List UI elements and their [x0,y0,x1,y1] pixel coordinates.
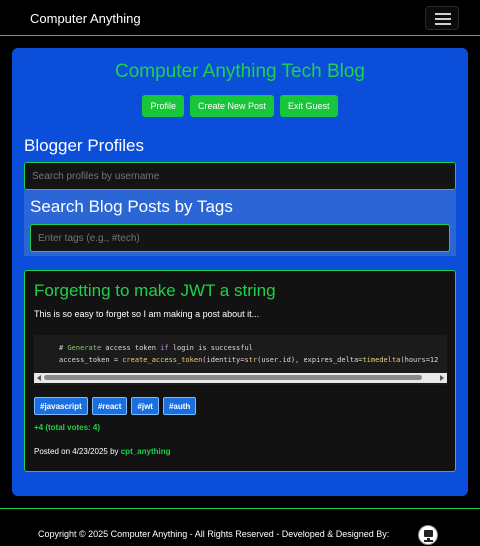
menu-toggle-button[interactable] [425,6,459,30]
scroll-left-icon[interactable] [37,375,41,381]
tag-javascript[interactable]: #javascript [34,397,88,415]
tag-auth[interactable]: #auth [162,397,197,415]
navbar-brand[interactable]: Computer Anything [30,11,141,26]
action-buttons: Profile Create New Post Exit Guest [12,95,468,117]
main-panel: Computer Anything Tech Blog Profile Crea… [12,48,468,496]
footer: Copyright © 2025 Computer Anything - All… [0,508,480,546]
tag-search-panel: Search Blog Posts by Tags [24,190,456,256]
tag-jwt[interactable]: #jwt [131,397,159,415]
tag-search-input[interactable] [30,224,450,252]
profile-button[interactable]: Profile [142,95,184,117]
code-horizontal-scrollbar[interactable] [34,373,447,383]
blog-post-card[interactable]: Forgetting to make JWT a string This is … [24,270,456,472]
code-line-2: access_token = create_access_token(ident… [59,356,439,364]
create-post-button[interactable]: Create New Post [189,95,275,117]
exit-guest-button[interactable]: Exit Guest [280,95,338,117]
scroll-thumb[interactable] [44,375,422,380]
post-title[interactable]: Forgetting to make JWT a string [34,281,276,301]
profile-search-input[interactable] [24,162,456,190]
tag-react[interactable]: #react [91,397,128,415]
scroll-right-icon[interactable] [440,375,444,381]
code-line-1: # Generate access token if login is succ… [59,344,253,352]
profiles-heading: Blogger Profiles [24,136,145,155]
post-date: Posted on 4/23/2025 by [34,447,121,456]
blog-title: Computer Anything Tech Blog [115,61,365,82]
developer-logo-icon [418,525,438,545]
footer-copyright: Copyright © 2025 Computer Anything - All… [38,529,390,539]
post-author-link[interactable]: cpt_anything [121,447,171,456]
code-block: # Generate access token if login is succ… [34,335,447,385]
post-tags: #javascript #react #jwt #auth [34,397,197,415]
post-meta: Posted on 4/23/2025 by cpt_anything [34,447,171,456]
vote-count: +4 (total votes: 4) [34,423,101,432]
top-navbar: Computer Anything [0,0,480,36]
post-excerpt: This is so easy to forget so I am making… [34,309,260,319]
tags-heading: Search Blog Posts by Tags [30,197,233,216]
